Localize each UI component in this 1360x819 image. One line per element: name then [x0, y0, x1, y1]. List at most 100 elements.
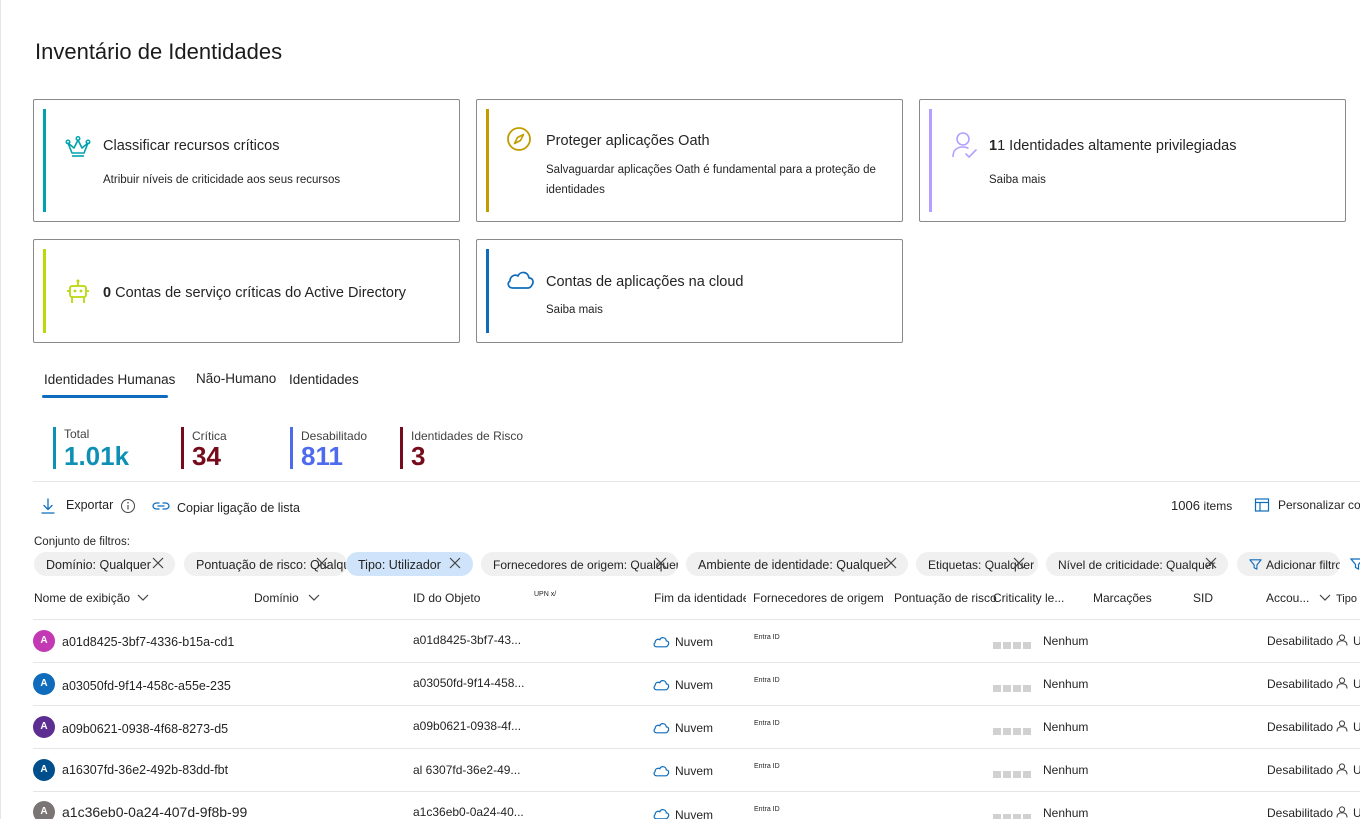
column-header-upn[interactable]: UPN x/	[534, 591, 556, 598]
criticality-level: Nenhum	[1043, 763, 1089, 777]
close-icon[interactable]	[448, 556, 462, 570]
card-accent	[43, 109, 46, 212]
tab-human-identities[interactable]: Identidades Humanas	[44, 372, 175, 387]
filter-chip-type[interactable]: Tipo: Utilizador	[346, 552, 473, 576]
card-subtitle: Salvaguardar aplicações Oath é fundament…	[546, 164, 876, 196]
identity-environment: Nuvem	[675, 721, 714, 735]
table-row[interactable]: A a16307fd-36e2-492b-83dd-fbt al 6307fd-…	[33, 748, 1360, 791]
tab-non-human[interactable]: Não-Humano	[196, 371, 276, 386]
close-icon[interactable]	[151, 556, 165, 570]
person-check-icon	[952, 132, 977, 158]
stat-risky-identities[interactable]: Identidades de Risco 3	[400, 427, 550, 471]
column-header-identity-end[interactable]: Fim da identidade	[654, 591, 746, 605]
link-icon[interactable]	[152, 499, 170, 513]
column-header-object-id[interactable]: ID do Objeto	[413, 591, 480, 605]
display-name[interactable]: a01d8425-3bf7-4336-b15a-cd1	[62, 635, 262, 649]
filter-icon[interactable]	[1350, 557, 1360, 570]
items-count-value: 1006	[1171, 498, 1200, 513]
object-id: a09b0621-0938-4f...	[413, 719, 522, 733]
card-protect-oath-apps[interactable]: Proteger aplicações Oath Salvaguardar ap…	[476, 99, 903, 222]
export-button[interactable]: Exportar	[66, 498, 113, 512]
stat-label: Total	[64, 427, 90, 441]
card-highly-privileged-identities[interactable]: 11 Identidades altamente privilegiadas S…	[919, 99, 1346, 222]
items-word: items	[1203, 499, 1233, 513]
chip-label: Fornecedores de origem: Qualquer	[493, 558, 678, 572]
account-status: Desabilitado	[1267, 677, 1334, 691]
table-row[interactable]: A a03050fd-9f14-458c-a55e-235 a03050fd-9…	[33, 662, 1360, 705]
criticality-level: Nenhum	[1043, 720, 1089, 734]
info-icon[interactable]	[120, 498, 136, 514]
column-header-account[interactable]: Accou...	[1266, 591, 1331, 605]
stat-critical[interactable]: Crítica 34	[181, 427, 281, 471]
type-value: U	[1353, 677, 1360, 691]
filter-chip-source-providers[interactable]: Fornecedores de origem: Qualquer	[481, 552, 678, 576]
close-icon[interactable]	[654, 556, 668, 570]
avatar: A	[33, 801, 55, 819]
filter-chip-risk-score[interactable]: Pontuação de risco: Qualquer	[184, 552, 347, 576]
card-learn-more-link[interactable]: Saiba mais	[989, 170, 1046, 190]
customize-columns-icon[interactable]	[1254, 497, 1270, 513]
add-filter-button[interactable]: Adicionar filtro	[1237, 552, 1340, 576]
table-row[interactable]: A a09b0621-0938-4f68-8273-d5 a09b0621-09…	[33, 705, 1360, 748]
stat-total[interactable]: Total 1.01k	[53, 427, 173, 471]
table-row[interactable]: A a01d8425-3bf7-4336-b15a-cd1 a01d8425-3…	[33, 619, 1360, 662]
column-header-domain[interactable]: Domínio	[254, 591, 320, 605]
display-name[interactable]: a1c36eb0-0a24-407d-9f8b-99	[62, 804, 254, 819]
column-header-criticality-level[interactable]: Criticality le...	[993, 591, 1064, 605]
identity-environment: Nuvem	[675, 635, 714, 649]
table-row[interactable]: A a1c36eb0-0a24-407d-9f8b-99 a1c36eb0-0a…	[33, 791, 1360, 819]
card-learn-more-link[interactable]: Saiba mais	[546, 300, 603, 320]
filter-chip-tags[interactable]: Etiquetas: Qualquer	[916, 552, 1038, 576]
display-name[interactable]: a09b0621-0938-4f68-8273-d5	[62, 722, 262, 736]
identity-environment: Nuvem	[675, 678, 714, 692]
close-icon[interactable]	[315, 556, 329, 570]
display-name[interactable]: a03050fd-9f14-458c-a55e-235	[62, 679, 262, 693]
column-header-display-name[interactable]: Nome de exibição	[34, 591, 149, 605]
filter-chip-identity-environment[interactable]: Ambiente de identidade: Qualquer	[686, 552, 908, 576]
items-count: 1006 items	[1171, 498, 1232, 513]
cloud-icon	[653, 680, 670, 691]
add-filter-label: Adicionar filtro	[1266, 558, 1340, 572]
download-icon[interactable]	[40, 497, 56, 515]
card-title: Contas de aplicações na cloud	[546, 274, 744, 290]
object-id: al 6307fd-36e2-49...	[413, 763, 521, 777]
avatar: A	[33, 716, 55, 738]
criticality-level: Nenhum	[1043, 634, 1089, 648]
display-name[interactable]: a16307fd-36e2-492b-83dd-fbt	[62, 763, 262, 777]
column-header-source-providers[interactable]: Fornecedores de origem	[753, 591, 884, 605]
card-cloud-app-accounts[interactable]: Contas de aplicações na cloud Saiba mais	[476, 239, 903, 343]
filter-chip-domain[interactable]: Domínio: Qualquer	[34, 552, 175, 576]
column-header-label: Nome de exibição	[34, 591, 131, 605]
source-provider: Entra ID	[754, 763, 780, 770]
close-icon[interactable]	[884, 556, 898, 570]
filter-chip-criticality-level[interactable]: Nível de criticidade: Qualquer	[1046, 552, 1228, 576]
cloud-icon	[653, 766, 670, 777]
card-accent	[929, 109, 932, 212]
criticality-bars	[993, 636, 1033, 649]
chip-label: Ambiente de identidade: Qualquer	[698, 558, 888, 572]
person-icon	[1336, 763, 1348, 775]
column-header-tags[interactable]: Marcações	[1093, 591, 1152, 605]
column-header-risk-score[interactable]: Pontuação de risco	[894, 591, 997, 605]
criticality-bars	[993, 765, 1033, 778]
column-header-type[interactable]: Tipo	[1336, 593, 1357, 605]
criticality-bars	[993, 722, 1033, 735]
cloud-icon	[653, 809, 670, 819]
stat-label: Identidades de Risco	[411, 429, 524, 443]
chip-label: Tipo: Utilizador	[358, 558, 441, 572]
card-classify-critical-assets[interactable]: Classificar recursos críticos Atribuir n…	[33, 99, 460, 222]
stat-disabled[interactable]: Desabilitado 811	[290, 427, 390, 471]
account-status: Desabilitado	[1267, 720, 1334, 734]
stat-value: 811	[301, 441, 343, 471]
person-icon	[1336, 634, 1348, 646]
close-icon[interactable]	[1012, 556, 1026, 570]
card-title: Classificar recursos críticos	[103, 138, 280, 154]
customize-columns-button[interactable]: Personalizar co	[1278, 498, 1360, 512]
card-critical-ad-service-accounts[interactable]: 0 Contas de serviço críticas do Active D…	[33, 239, 460, 343]
copy-list-link-button[interactable]: Copiar ligação de lista	[177, 501, 300, 515]
tab-identities[interactable]: Identidades	[289, 372, 359, 387]
type-value: U	[1353, 806, 1360, 819]
object-id: a1c36eb0-0a24-40...	[413, 805, 524, 819]
column-header-sid[interactable]: SID	[1193, 591, 1213, 605]
close-icon[interactable]	[1204, 556, 1218, 570]
